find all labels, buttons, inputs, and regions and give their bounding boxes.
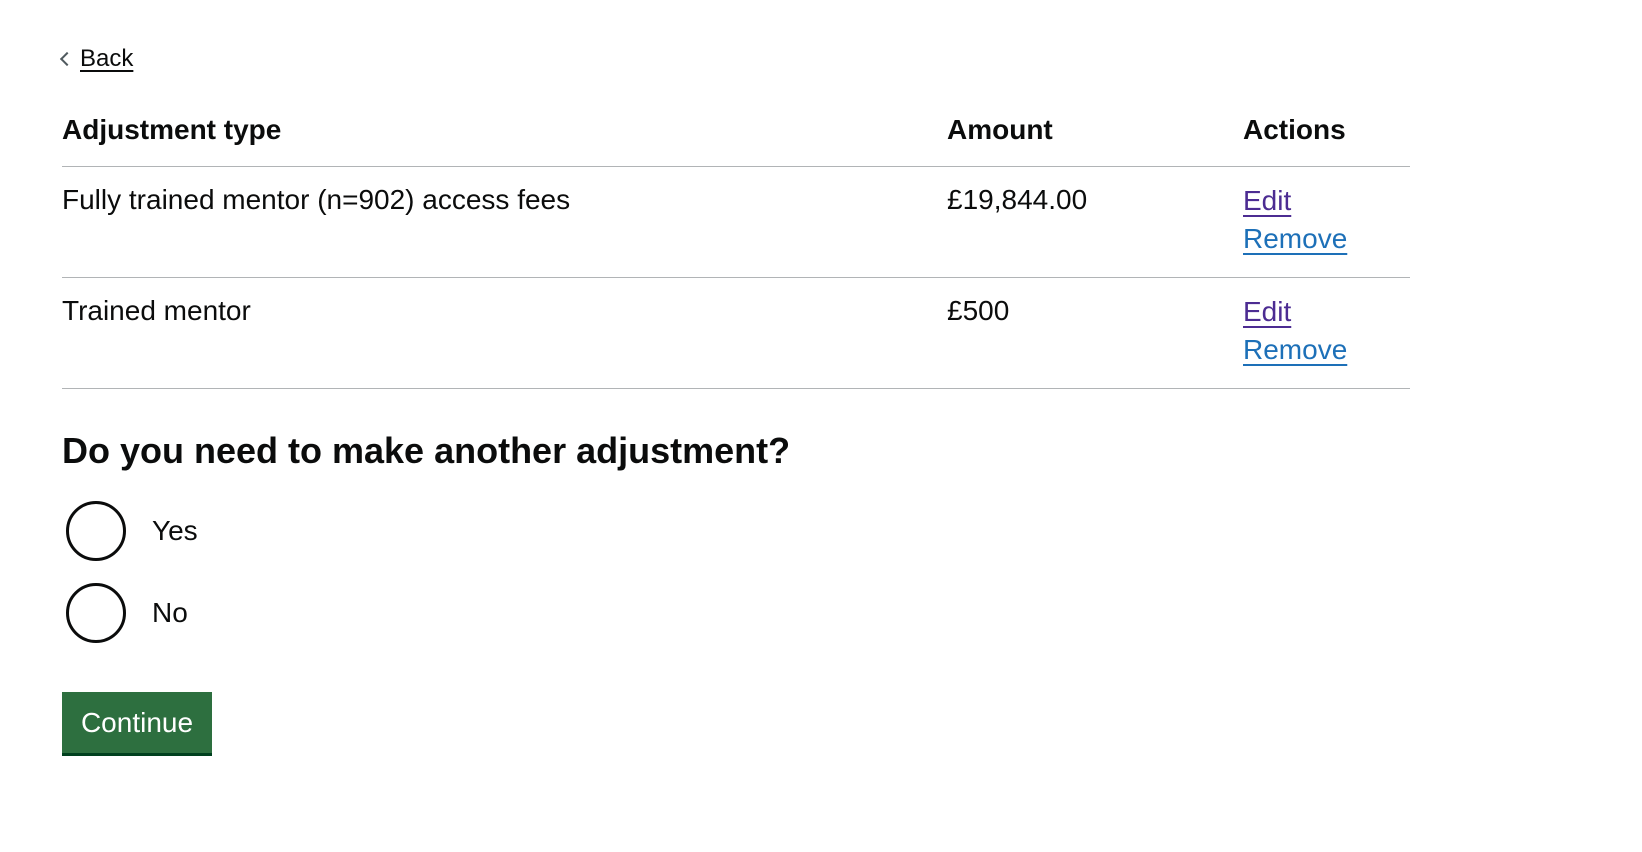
column-header-actions: Actions (1243, 100, 1410, 167)
adjustments-table: Adjustment type Amount Actions Fully tra… (62, 100, 1410, 389)
radio-circle-no[interactable] (66, 583, 126, 643)
radio-circle-yes[interactable] (66, 501, 126, 561)
radio-option-no[interactable]: No (66, 583, 198, 643)
actions-cell: Edit Remove (1243, 166, 1410, 278)
edit-link[interactable]: Edit (1243, 293, 1410, 331)
table-row: Fully trained mentor (n=902) access fees… (62, 166, 1410, 278)
radio-group: Yes No (66, 501, 198, 665)
question-heading: Do you need to make another adjustment? (62, 430, 791, 471)
back-link[interactable]: Back (59, 44, 134, 74)
edit-link[interactable]: Edit (1243, 182, 1410, 220)
adjustment-type-cell: Trained mentor (62, 277, 947, 389)
adjustment-type-cell: Fully trained mentor (n=902) access fees (62, 166, 947, 278)
column-header-type: Adjustment type (62, 100, 947, 167)
chevron-left-icon (59, 51, 75, 67)
radio-label-no[interactable]: No (152, 595, 188, 631)
table-header-row: Adjustment type Amount Actions (62, 100, 1410, 167)
radio-option-yes[interactable]: Yes (66, 501, 198, 561)
column-header-amount: Amount (947, 100, 1243, 167)
remove-link[interactable]: Remove (1243, 331, 1410, 369)
remove-link[interactable]: Remove (1243, 220, 1410, 258)
continue-button[interactable]: Continue (62, 692, 212, 753)
table-row: Trained mentor £500 Edit Remove (62, 277, 1410, 389)
amount-cell: £19,844.00 (947, 166, 1243, 278)
back-link-label: Back (80, 45, 134, 72)
radio-label-yes[interactable]: Yes (152, 513, 198, 549)
actions-cell: Edit Remove (1243, 277, 1410, 389)
amount-cell: £500 (947, 277, 1243, 389)
